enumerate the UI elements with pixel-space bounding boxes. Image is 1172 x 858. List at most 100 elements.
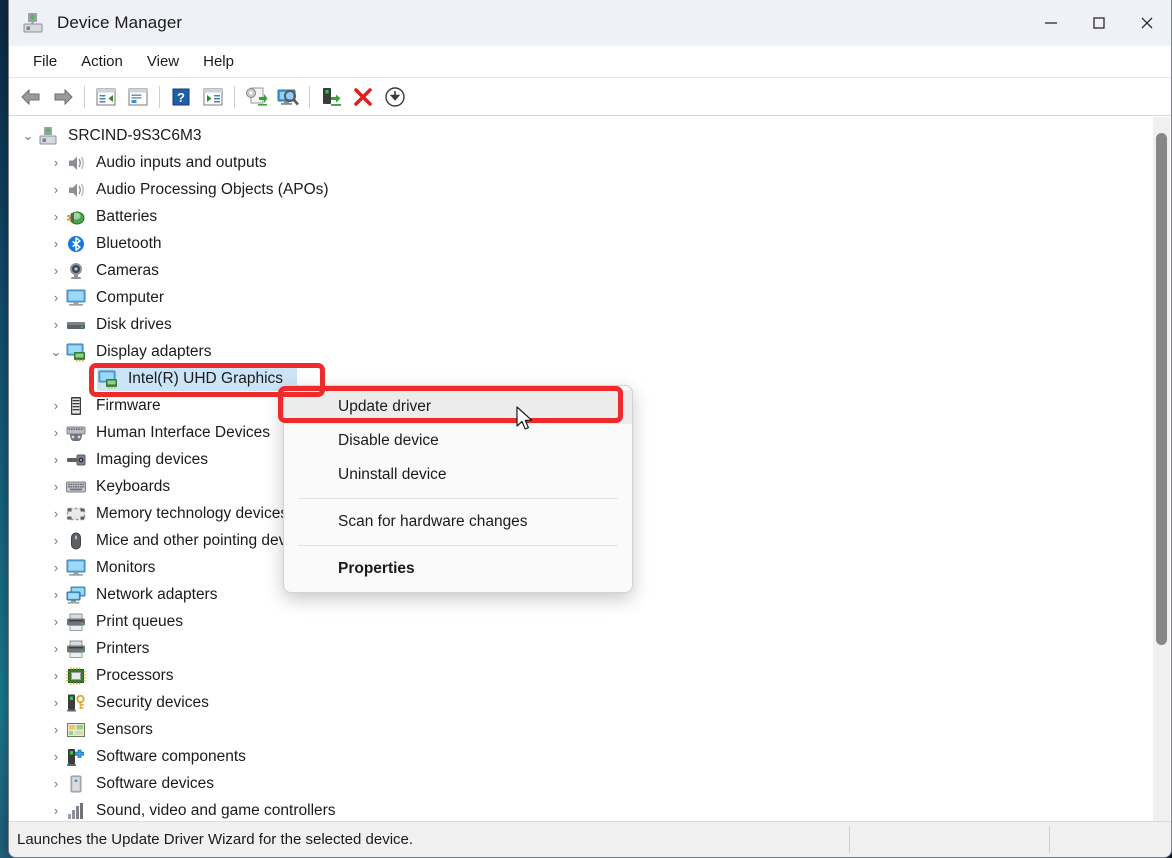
chevron-right-icon[interactable]: › <box>47 749 65 764</box>
chevron-right-icon[interactable]: › <box>47 236 65 251</box>
download-icon[interactable] <box>379 82 411 112</box>
tree-item-root[interactable]: ⌄ SRCIND-9S3C6M3 <box>9 122 1171 149</box>
tree-item[interactable]: ⌄ Display adapters <box>9 338 1171 365</box>
tree-item[interactable]: › Security devices <box>9 689 1171 716</box>
speaker-icon <box>65 153 87 173</box>
minimize-button[interactable] <box>1027 0 1075 46</box>
context-menu-separator <box>298 545 618 546</box>
processor-icon <box>65 666 87 686</box>
tree-item-label: Sensors <box>96 720 153 738</box>
chevron-right-icon[interactable]: › <box>47 560 65 575</box>
scan-for-hardware-changes-icon[interactable] <box>272 82 304 112</box>
tree-item-label: SRCIND-9S3C6M3 <box>68 126 202 144</box>
menu-file[interactable]: File <box>23 50 67 73</box>
update-driver-icon[interactable] <box>240 82 272 112</box>
printer-icon <box>65 639 87 659</box>
tree-item-label: Bluetooth <box>96 234 162 252</box>
tree-item-label: Firmware <box>96 396 161 414</box>
tree-item[interactable]: › Disk drives <box>9 311 1171 338</box>
menu-bar: File Action View Help <box>9 46 1171 78</box>
chevron-right-icon[interactable]: › <box>47 506 65 521</box>
chevron-right-icon[interactable]: › <box>47 803 65 818</box>
show-hide-action-pane-icon[interactable] <box>197 82 229 112</box>
chevron-down-icon[interactable]: ⌄ <box>47 344 65 360</box>
memory-icon <box>65 504 87 524</box>
chevron-right-icon[interactable]: › <box>47 533 65 548</box>
menu-action[interactable]: Action <box>71 50 133 73</box>
tree-item-label: Audio inputs and outputs <box>96 153 267 171</box>
tree-item[interactable]: › Processors <box>9 662 1171 689</box>
tree-item[interactable]: › Cameras <box>9 257 1171 284</box>
chevron-right-icon[interactable]: › <box>47 263 65 278</box>
tree-item[interactable]: › Print queues <box>9 608 1171 635</box>
tree-item[interactable]: › Sound, video and game controllers <box>9 797 1171 821</box>
tree-item[interactable]: › Bluetooth <box>9 230 1171 257</box>
chevron-right-icon[interactable]: › <box>47 722 65 737</box>
close-button[interactable] <box>1123 0 1171 46</box>
tree-item-label: Monitors <box>96 558 156 576</box>
vertical-scrollbar[interactable] <box>1153 117 1170 821</box>
show-hide-console-tree-icon[interactable] <box>90 82 122 112</box>
tree-item-label: Mice and other pointing devices <box>96 531 314 549</box>
chevron-right-icon[interactable]: › <box>47 641 65 656</box>
chevron-right-icon[interactable]: › <box>47 695 65 710</box>
tree-item[interactable]: › Computer <box>9 284 1171 311</box>
back-icon[interactable] <box>15 82 47 112</box>
tree-item[interactable]: › Audio Processing Objects (APOs) <box>9 176 1171 203</box>
context-menu-scan-hardware[interactable]: Scan for hardware changes <box>284 505 632 539</box>
context-menu-uninstall-device[interactable]: Uninstall device <box>284 458 632 492</box>
chevron-right-icon[interactable]: › <box>47 452 65 467</box>
software-component-icon <box>65 747 87 767</box>
enable-device-icon[interactable] <box>315 82 347 112</box>
chevron-right-icon[interactable]: › <box>47 668 65 683</box>
tree-item[interactable]: › Batteries <box>9 203 1171 230</box>
chevron-right-icon[interactable]: › <box>47 182 65 197</box>
chevron-right-icon[interactable]: › <box>47 614 65 629</box>
tree-item[interactable]: › Software components <box>9 743 1171 770</box>
tree-item-label: Display adapters <box>96 342 212 360</box>
mouse-cursor <box>515 406 535 439</box>
chevron-right-icon[interactable]: › <box>47 290 65 305</box>
menu-view[interactable]: View <box>137 50 189 73</box>
chevron-right-icon[interactable]: › <box>47 155 65 170</box>
display-adapter-icon <box>97 369 119 389</box>
status-bar-text: Launches the Update Driver Wizard for th… <box>17 831 414 848</box>
imaging-icon <box>65 450 87 470</box>
tree-item[interactable]: › Audio inputs and outputs <box>9 149 1171 176</box>
bluetooth-icon <box>65 234 87 254</box>
tree-item[interactable]: › Printers <box>9 635 1171 662</box>
menu-help[interactable]: Help <box>193 50 244 73</box>
battery-icon <box>65 207 87 227</box>
chevron-right-icon[interactable]: › <box>47 425 65 440</box>
tree-item[interactable]: › Software devices <box>9 770 1171 797</box>
context-menu-disable-device[interactable]: Disable device <box>284 424 632 458</box>
device-manager-window: Device Manager File Action View Help ? ⌄… <box>8 0 1172 858</box>
context-menu-properties[interactable]: Properties <box>284 552 632 586</box>
chevron-down-icon[interactable]: ⌄ <box>19 128 37 144</box>
tree-item-label: Software devices <box>96 774 215 792</box>
chevron-right-icon[interactable]: › <box>47 587 65 602</box>
properties-window-icon[interactable] <box>122 82 154 112</box>
computer-device-icon <box>37 126 59 146</box>
title-bar: Device Manager <box>9 0 1171 46</box>
scrollbar-thumb[interactable] <box>1156 133 1167 645</box>
tree-item[interactable]: › Sensors <box>9 716 1171 743</box>
printer-icon <box>65 612 87 632</box>
window-title: Device Manager <box>57 13 183 32</box>
chevron-right-icon[interactable]: › <box>47 209 65 224</box>
context-menu-update-driver[interactable]: Update driver <box>284 390 632 424</box>
tree-item-label: Sound, video and game controllers <box>96 801 336 819</box>
software-device-icon <box>65 774 87 794</box>
chevron-right-icon[interactable]: › <box>47 317 65 332</box>
help-icon[interactable]: ? <box>165 82 197 112</box>
forward-icon[interactable] <box>47 82 79 112</box>
tree-item-label: Network adapters <box>96 585 218 603</box>
toolbar-separator <box>309 85 310 108</box>
chevron-right-icon[interactable]: › <box>47 776 65 791</box>
window-controls <box>1027 0 1171 46</box>
chevron-right-icon[interactable]: › <box>47 479 65 494</box>
chevron-right-icon[interactable]: › <box>47 398 65 413</box>
uninstall-device-icon[interactable] <box>347 82 379 112</box>
maximize-button[interactable] <box>1075 0 1123 46</box>
speaker-icon <box>65 180 87 200</box>
